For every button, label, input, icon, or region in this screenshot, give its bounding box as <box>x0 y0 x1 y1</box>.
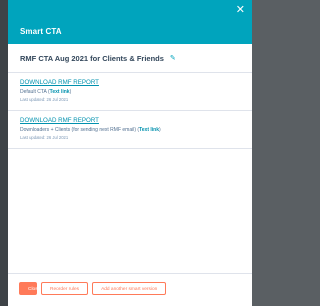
add-smart-version-button[interactable]: Add another smart version <box>92 281 167 295</box>
reorder-rules-button[interactable]: Reorder rules <box>41 281 89 295</box>
variation-link[interactable]: DOWNLOAD RMF REPORT <box>20 79 240 86</box>
panel-header: ✕ Smart CTA <box>8 0 252 44</box>
pencil-icon[interactable]: ✎ <box>170 54 176 62</box>
smart-cta-panel: ✕ Smart CTA RMF CTA Aug 2021 for Clients… <box>8 0 252 306</box>
close-icon[interactable]: ✕ <box>236 5 245 16</box>
page-backdrop <box>0 0 8 306</box>
panel-title: Smart CTA <box>20 27 62 36</box>
cta-name: RMF CTA Aug 2021 for Clients & Friends <box>20 53 164 63</box>
variation-updated: Last updated: 26 Jul 2021 <box>20 97 69 102</box>
panel-body-space <box>8 149 252 273</box>
variation-item: DOWNLOAD RMF REPORT Downloaders + Client… <box>8 111 252 149</box>
variation-updated: Last updated: 26 Jul 2021 <box>20 135 69 140</box>
variation-audience: Default CTA <box>20 89 47 95</box>
close-button[interactable]: Close <box>19 281 40 295</box>
variation-link[interactable]: DOWNLOAD RMF REPORT <box>20 117 240 124</box>
panel-footer: Close Reorder rules Add another smart ve… <box>8 273 252 302</box>
variation-item: DOWNLOAD RMF REPORT Default CTA (Text li… <box>8 73 252 111</box>
variation-type-tag: Text link <box>49 89 70 95</box>
variation-type-tag: Text link <box>139 127 160 133</box>
variation-meta: Default CTA (Text link) <box>20 89 72 95</box>
variation-audience: Downloaders + Clients (for sending next … <box>20 127 137 133</box>
cta-name-row: RMF CTA Aug 2021 for Clients & Friends ✎ <box>8 44 252 73</box>
variation-meta: Downloaders + Clients (for sending next … <box>20 127 161 133</box>
